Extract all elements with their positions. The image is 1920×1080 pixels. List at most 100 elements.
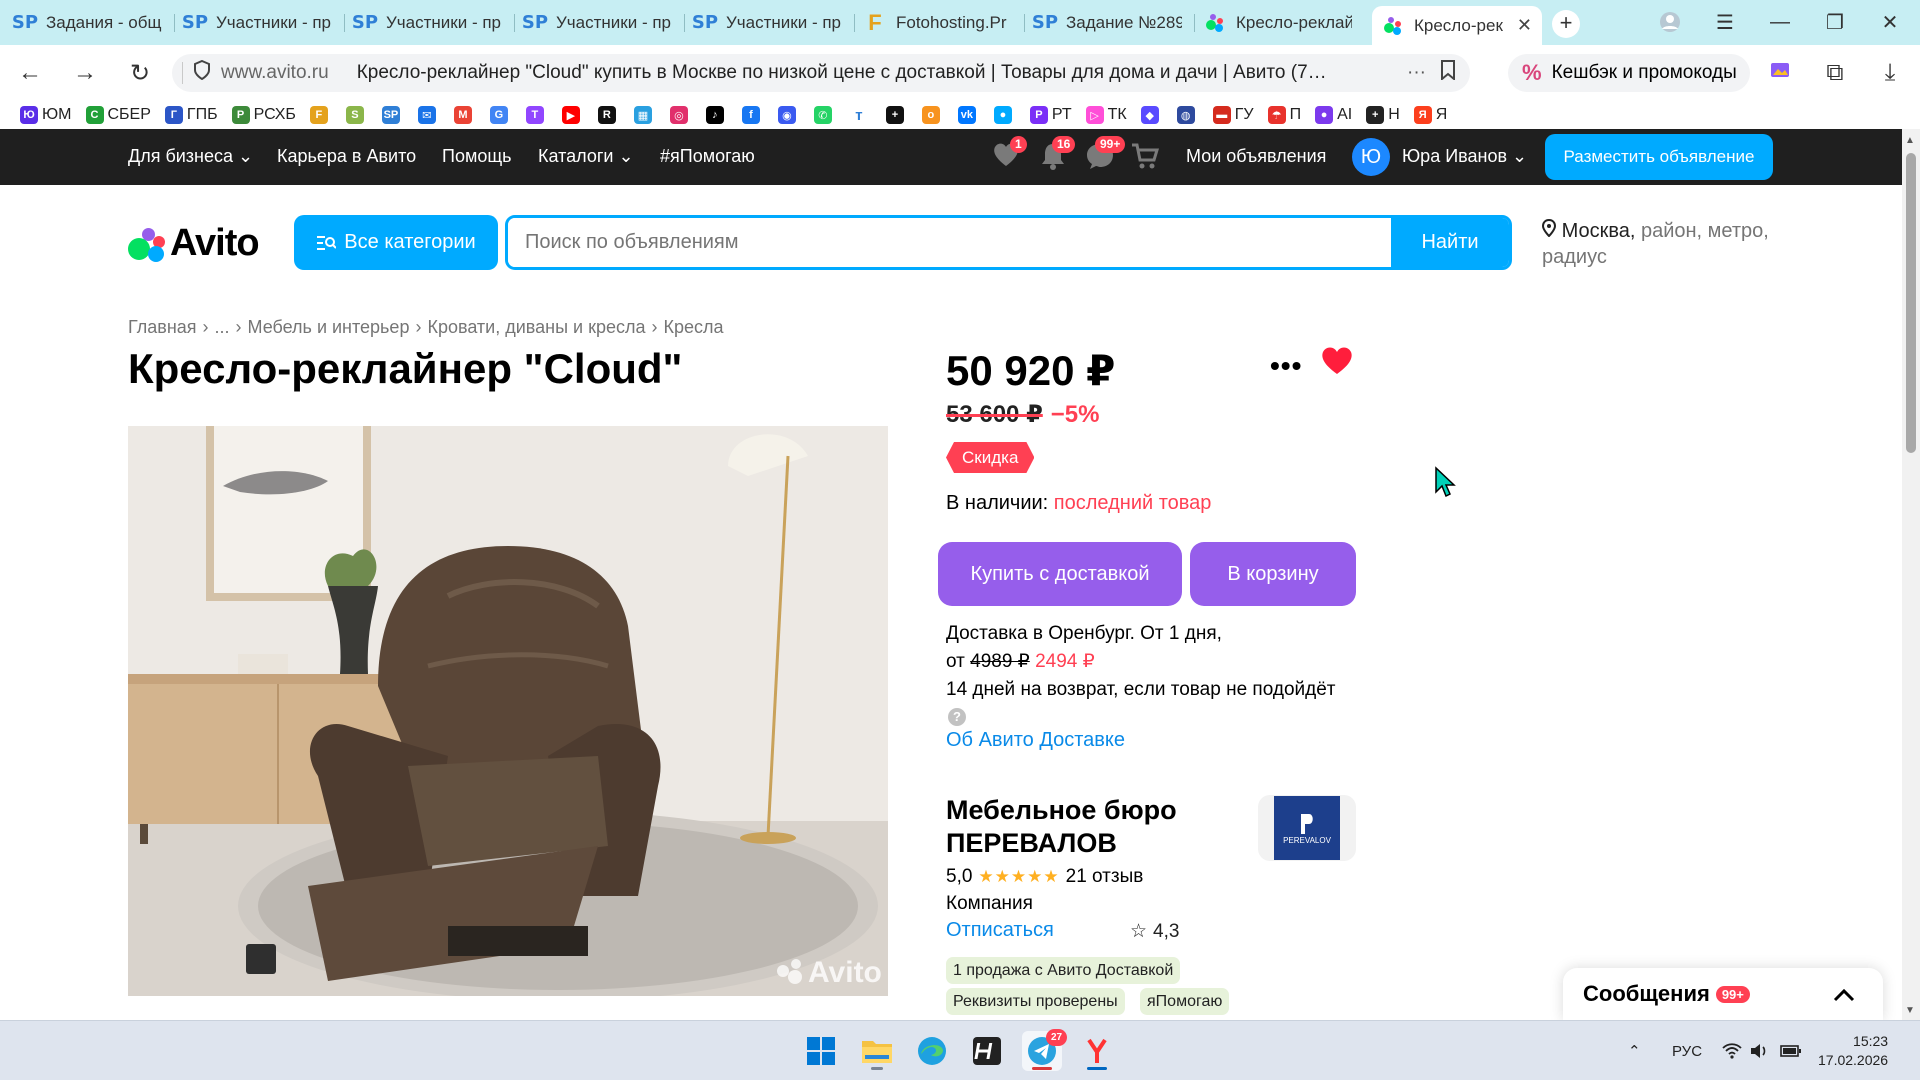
telegram-icon[interactable]: 27 xyxy=(1022,1029,1068,1071)
menu-icon[interactable]: ☰ xyxy=(1705,8,1745,36)
nav-career[interactable]: Карьера в Авито xyxy=(277,146,416,167)
browser-tab[interactable]: SP Участники - пр xyxy=(684,6,852,39)
bookmark-item[interactable]: ▦ xyxy=(633,106,656,124)
bookmark-item[interactable]: R xyxy=(597,106,620,124)
bookmark-item[interactable]: ✆ xyxy=(813,106,836,124)
bookmark-item[interactable]: + Н xyxy=(1366,106,1400,124)
bookmark-item[interactable]: M xyxy=(453,106,476,124)
back-icon[interactable]: ← xyxy=(15,59,45,87)
bookmark-item[interactable]: о xyxy=(921,106,944,124)
bookmark-item[interactable]: ◉ xyxy=(777,106,800,124)
edge-browser-icon[interactable] xyxy=(912,1031,952,1071)
avito-logo[interactable]: Avito xyxy=(128,222,260,265)
image-icon[interactable] xyxy=(1765,59,1795,87)
url-box[interactable]: ☆ 4,3 www.avito.ru Кресло-реклайнер "Clo… xyxy=(172,54,1470,942)
reload-icon[interactable]: ↻ xyxy=(125,59,155,88)
browser-tab[interactable]: SP Участники - пр xyxy=(514,6,682,39)
nav-business[interactable]: Для бизнеса ⌄ xyxy=(128,146,253,167)
breadcrumb-item[interactable]: Кресла xyxy=(664,317,724,337)
cart-icon[interactable] xyxy=(1130,142,1160,172)
bookmark-item[interactable]: Р РТ xyxy=(1029,106,1072,124)
bookmark-item[interactable]: Г ГПБ xyxy=(164,106,218,124)
language-indicator[interactable]: РУС xyxy=(1672,1021,1702,1080)
browser-tab[interactable]: F Fotohosting.Pr xyxy=(854,6,1022,39)
cashback-button[interactable]: % Кешбэк и промокоды xyxy=(1508,54,1750,92)
bookmark-item[interactable]: G xyxy=(489,106,512,124)
tab-active[interactable]: Кресло-рек ✕ xyxy=(1372,6,1542,45)
browser-tab[interactable]: SP Участники - пр xyxy=(344,6,512,39)
bookmark-item[interactable]: т xyxy=(849,106,872,124)
browser-tab[interactable]: SP Задания - общ xyxy=(4,6,172,39)
volume-icon[interactable] xyxy=(1750,1021,1770,1080)
profile-icon[interactable] xyxy=(1650,8,1690,36)
download-icon[interactable]: ⤓ xyxy=(1875,59,1905,87)
scroll-down-icon[interactable]: ▼ xyxy=(1905,1005,1915,1016)
bookmark-icon[interactable] xyxy=(1440,60,1456,86)
wifi-icon[interactable] xyxy=(1722,1021,1742,1080)
favorites-heart-icon[interactable]: 1 xyxy=(992,136,1027,172)
windows-start-icon[interactable] xyxy=(801,1031,841,1071)
seller-rating[interactable]: 5,0 ★★★★★ 21 отзыв xyxy=(946,866,1143,888)
my-ads-link[interactable]: Мои объявления xyxy=(1186,146,1326,167)
more-options-icon[interactable]: ••• xyxy=(1270,350,1302,382)
avatar[interactable]: Ю xyxy=(1352,138,1390,176)
unsubscribe-link[interactable]: Отписаться xyxy=(946,919,1054,942)
battery-icon[interactable] xyxy=(1780,1021,1802,1080)
restore-icon[interactable]: ❐ xyxy=(1815,8,1855,36)
browser-tab[interactable]: SP Участники - пр xyxy=(174,6,342,39)
file-explorer-icon[interactable] xyxy=(857,1031,897,1071)
breadcrumb-item[interactable]: ... xyxy=(215,317,230,337)
bookmark-item[interactable]: T xyxy=(525,106,548,124)
seller-logo[interactable]: PEREVALOV xyxy=(1258,795,1356,861)
bookmark-item[interactable]: + xyxy=(885,106,908,124)
location-selector[interactable]: Москва, район, метро, радиус xyxy=(1541,218,1782,270)
add-to-cart-button[interactable]: В корзину xyxy=(1190,542,1356,606)
bookmark-item[interactable]: С СБЕР xyxy=(85,106,151,124)
bookmark-item[interactable]: ☂ П xyxy=(1267,106,1301,124)
breadcrumb-item[interactable]: Мебель и интерьер xyxy=(248,317,410,337)
bookmark-item[interactable]: ▬ ГУ xyxy=(1212,106,1254,124)
browser-tab[interactable]: SP Задание №289 xyxy=(1024,6,1192,39)
bookmark-item[interactable]: ● AI xyxy=(1315,106,1352,124)
shield-icon[interactable] xyxy=(193,59,211,86)
breadcrumb-item[interactable]: Кровати, диваны и кресла xyxy=(427,317,645,337)
about-delivery-link[interactable]: Об Авито Доставке xyxy=(946,729,1125,752)
messages-icon[interactable]: 99+ xyxy=(1085,136,1126,172)
bookmark-item[interactable]: ◍ xyxy=(1176,106,1199,124)
chevron-up-icon[interactable] xyxy=(1833,982,1855,1008)
messages-panel[interactable]: Сообщения 99+ xyxy=(1563,968,1883,1020)
close-window-icon[interactable]: ✕ xyxy=(1870,8,1910,36)
browser-tab[interactable]: Кресло-реклай xyxy=(1194,6,1362,39)
seller-name[interactable]: Мебельное бюро ПЕРЕВАЛОВ xyxy=(946,794,1246,860)
product-photo[interactable]: Avito xyxy=(128,426,888,996)
bookmark-item[interactable]: F xyxy=(309,106,332,124)
favorite-heart-icon[interactable] xyxy=(1320,346,1354,381)
bookmark-item[interactable]: Р РСХБ xyxy=(231,106,296,124)
new-tab-button[interactable]: + xyxy=(1552,10,1580,38)
nav-catalogs[interactable]: Каталоги ⌄ xyxy=(538,146,634,167)
site-rating[interactable]: ☆ 4,3 xyxy=(1130,920,1179,943)
bookmark-item[interactable]: ЯЯ xyxy=(1413,106,1447,124)
nav-help[interactable]: Помощь xyxy=(442,146,512,167)
page-scrollbar[interactable]: ▲ ▼ xyxy=(1902,129,1920,1020)
nav-ya-pomogayu[interactable]: #яПомогаю xyxy=(660,146,755,167)
minimize-icon[interactable]: — xyxy=(1760,8,1800,36)
system-clock[interactable]: 15:23 17.02.2026 xyxy=(1818,1032,1888,1070)
buy-with-delivery-button[interactable]: Купить с доставкой xyxy=(938,542,1182,606)
forward-icon[interactable]: → xyxy=(70,59,100,87)
extensions-icon[interactable]: ⧉ xyxy=(1820,59,1850,87)
bookmark-item[interactable]: ♪ xyxy=(705,106,728,124)
post-ad-button[interactable]: Разместить объявление xyxy=(1545,134,1773,180)
bookmark-item[interactable]: ◎ xyxy=(669,106,692,124)
notifications-bell-icon[interactable]: 16 xyxy=(1040,136,1076,172)
bookmark-item[interactable]: Ю ЮМ xyxy=(20,106,72,124)
bookmark-item[interactable]: ▷ ТК xyxy=(1085,106,1127,124)
url-domain[interactable]: www.avito.ru xyxy=(221,62,329,84)
breadcrumb-item[interactable]: Главная xyxy=(128,317,197,337)
bookmark-item[interactable]: ● xyxy=(993,106,1016,124)
scroll-up-icon[interactable]: ▲ xyxy=(1905,135,1915,146)
scrollbar-thumb[interactable] xyxy=(1906,153,1916,453)
yandex-browser-icon[interactable] xyxy=(1077,1031,1117,1071)
help-icon[interactable]: ? xyxy=(948,708,966,726)
user-menu[interactable]: Юра Иванов ⌄ xyxy=(1402,146,1527,167)
